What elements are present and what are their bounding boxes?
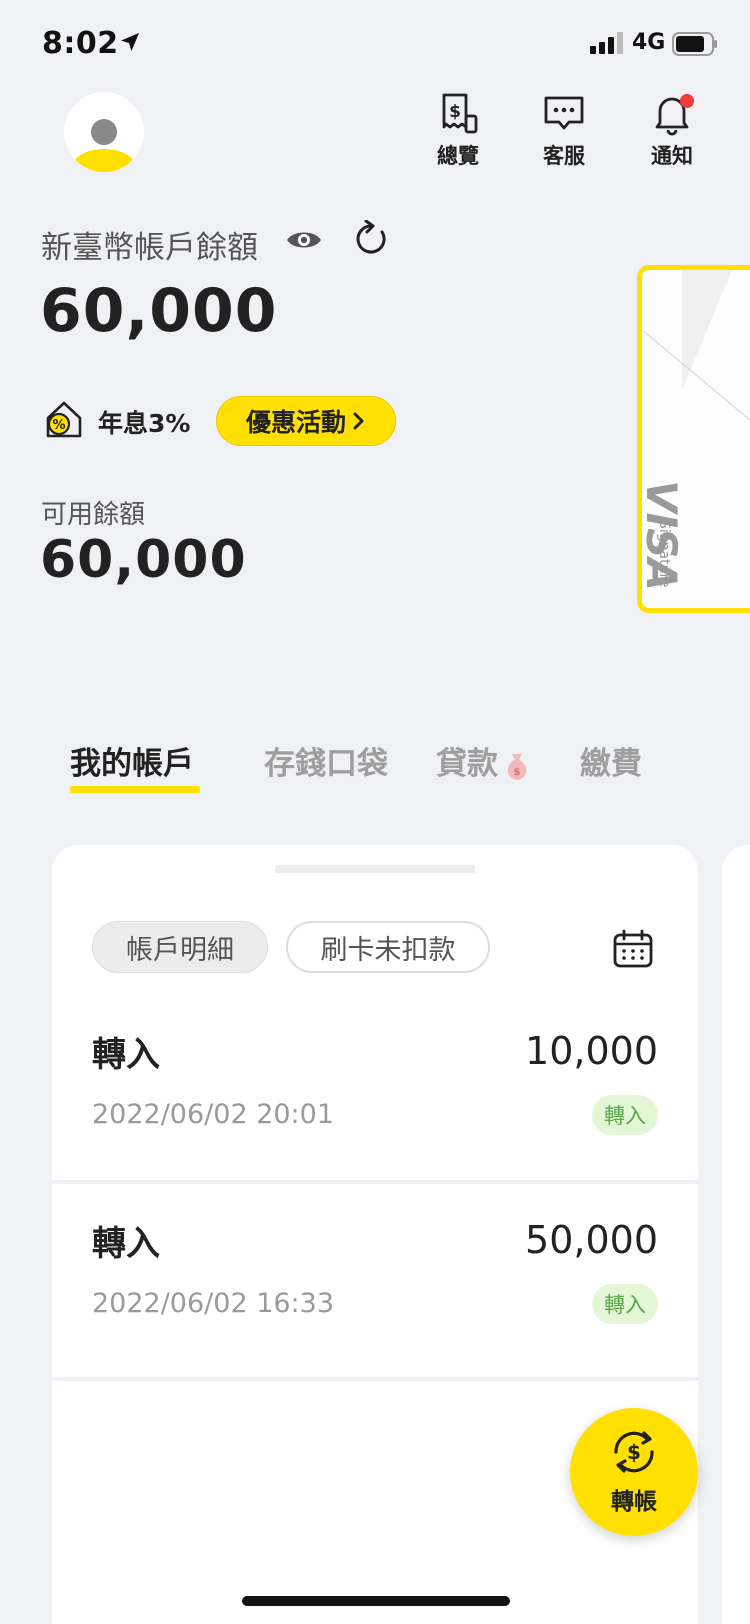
status-time: 8:02 [42,26,119,61]
available-balance-amount: 60,000 [40,530,247,590]
location-arrow-icon [121,33,139,51]
next-panel-peek [722,845,750,1624]
notify-label: 通知 [651,144,693,168]
transfer-button[interactable]: $ 轉帳 [570,1408,698,1536]
transaction-datetime: 2022/06/02 20:01 [92,1099,335,1130]
tab-my-account[interactable]: 我的帳戶 [70,738,194,783]
transaction-title: 轉入 [92,1035,160,1075]
available-balance-label: 可用餘額 [41,500,146,530]
transaction-title: 轉入 [92,1224,160,1264]
svg-text:$: $ [627,1440,641,1464]
refresh-icon[interactable] [352,220,390,258]
status-bar: 8:02 4G [0,0,750,90]
money-bag-icon: $ [507,753,527,780]
drag-handle[interactable] [275,865,475,873]
overview-button[interactable]: $ 總覽 [418,92,498,170]
debit-card[interactable]: VISA Signature [637,265,750,613]
tab-savings-pocket[interactable]: 存錢口袋 [264,738,388,783]
transaction-row[interactable]: 轉入 10,000 2022/06/02 20:01 轉入 [52,995,698,1191]
battery-icon [672,32,717,56]
signal-icon [590,32,623,54]
user-avatar-icon [64,92,144,172]
calendar-icon[interactable] [612,929,654,969]
card-tier: Signature [656,520,672,588]
notification-badge [680,94,694,108]
tab-active-indicator [70,786,200,793]
transaction-datetime: 2022/06/02 16:33 [92,1288,335,1319]
overview-label: 總覽 [437,144,479,168]
transaction-amount: 10,000 [525,1029,658,1073]
eye-icon[interactable] [285,226,323,254]
support-button[interactable]: 客服 [524,92,604,170]
home-indicator [242,1596,510,1606]
transaction-row[interactable]: 轉入 50,000 2022/06/02 16:33 轉入 [52,1184,698,1380]
svg-text:%: % [52,418,65,433]
transaction-tag: 轉入 [592,1095,658,1135]
avatar[interactable] [64,92,144,172]
network-type: 4G [632,30,666,55]
balance-amount: 60,000 [40,276,278,346]
support-label: 客服 [543,144,585,168]
transfer-label: 轉帳 [611,1489,657,1515]
interest-rate: 年息3% [98,409,191,438]
tab-loan[interactable]: 貸款 $ [436,738,532,783]
promotion-label: 優惠活動 [245,408,346,437]
tab-payment[interactable]: 繳費 [580,738,642,783]
row-divider [52,1377,698,1381]
svg-text:$: $ [514,767,521,778]
promotion-button[interactable]: 優惠活動 [216,396,396,446]
filter-pending-card[interactable]: 刷卡未扣款 [286,921,490,973]
tab-loan-label: 貸款 [436,746,498,782]
filter-account-details[interactable]: 帳戶明細 [92,921,268,973]
transaction-tag: 轉入 [592,1284,658,1324]
interest-house-icon: % [46,401,82,438]
chevron-right-icon [353,412,364,430]
chat-bubble-icon [544,96,584,130]
svg-text:$: $ [449,102,461,122]
notification-button[interactable]: 通知 [632,92,712,170]
dollar-receipt-icon: $ [442,93,478,134]
transfer-dollar-icon: $ [614,1431,654,1473]
transaction-amount: 50,000 [525,1218,658,1262]
balance-label: 新臺幣帳戶餘額 [41,230,258,266]
